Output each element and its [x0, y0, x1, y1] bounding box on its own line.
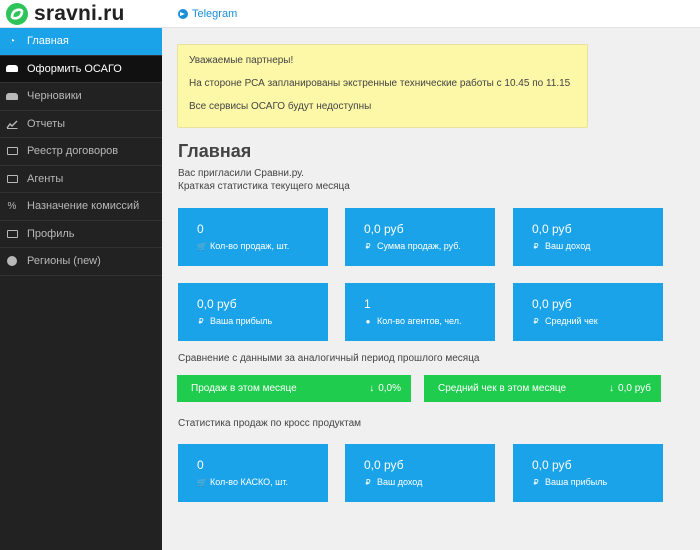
sidebar-item-agents[interactable]: Агенты — [0, 166, 162, 193]
car-icon — [6, 91, 18, 101]
stat-value: 0,0 руб — [532, 297, 572, 311]
stat-value: 0,0 руб — [532, 222, 572, 236]
sidebar-item-label: Главная — [27, 35, 69, 48]
notice-message: На стороне РСА запланированы экстренные … — [189, 78, 571, 89]
stat-label: Кол-во КАСКО, шт. — [210, 477, 289, 487]
stat-card-sales-count: 0 🛒 Кол-во продаж, шт. — [178, 208, 328, 266]
notice-greeting: Уважаемые партнеры! — [189, 55, 294, 66]
logo-text: sravni.ru — [34, 2, 125, 25]
arrow-down-icon: ↓ — [369, 383, 375, 394]
registry-icon — [6, 146, 18, 156]
sidebar-item-label: Оформить ОСАГО — [27, 62, 122, 75]
comparison-caption: Сравнение с данными за аналогичный перио… — [178, 353, 480, 364]
globe-icon — [6, 256, 18, 267]
sidebar-item-regions[interactable]: Регионы (new) — [0, 248, 162, 276]
top-bar: sravni.ru Telegram — [0, 0, 700, 28]
stat-card-agents: 1 ● Кол-во агентов, чел. — [345, 283, 495, 341]
main-content: Уважаемые партнеры! На стороне РСА запла… — [162, 28, 700, 550]
page-subtitle: Вас пригласили Сравни.ру. Краткая статис… — [178, 167, 350, 193]
arrow-down-icon: ↓ — [609, 383, 615, 394]
sidebar-item-osago[interactable]: Оформить ОСАГО — [0, 55, 162, 83]
stat-card-profit: 0,0 руб ₽ Ваша прибыль — [178, 283, 328, 341]
ruble-icon: ₽ — [533, 316, 539, 326]
stat-value: 0,0 руб — [197, 297, 237, 311]
id-card-icon — [6, 229, 18, 239]
cross-products-caption: Статистика продаж по кросс продуктам — [178, 418, 362, 429]
stat-label: Ваша прибыль — [545, 477, 608, 487]
ruble-icon: ₽ — [198, 316, 204, 326]
stat-card-income: 0,0 руб ₽ Ваш доход — [513, 208, 663, 266]
ruble-icon: ₽ — [365, 241, 371, 251]
dashboard-icon: ◔ — [8, 35, 16, 47]
telegram-label: Telegram — [192, 8, 238, 20]
sidebar-item-label: Профиль — [27, 227, 75, 240]
stat-card-cross-profit: 0,0 руб ₽ Ваша прибыль — [513, 444, 663, 502]
stat-label: Кол-во продаж, шт. — [210, 241, 290, 251]
page-title: Главная — [178, 141, 252, 161]
stat-value: 0,0 руб — [364, 222, 404, 236]
stat-card-avg-check: 0,0 руб ₽ Средний чек — [513, 283, 663, 341]
ruble-icon: ₽ — [533, 477, 539, 487]
stat-label: Ваш доход — [377, 477, 423, 487]
sidebar-item-drafts[interactable]: Черновики — [0, 83, 162, 111]
comparison-value: 0,0% — [378, 383, 401, 394]
stat-value: 0,0 руб — [532, 458, 572, 472]
sidebar-item-home[interactable]: ◔ Главная — [0, 28, 162, 56]
comparison-value: 0,0 руб — [618, 383, 651, 394]
comparison-label: Продаж в этом месяце — [191, 383, 297, 394]
stat-label: Ваш доход — [545, 241, 591, 251]
maintenance-notice: Уважаемые партнеры! На стороне РСА запла… — [177, 44, 588, 128]
logo[interactable]: sravni.ru — [6, 2, 125, 25]
percent-icon: % — [7, 200, 17, 212]
stat-label: Средний чек — [545, 316, 598, 326]
sidebar-item-label: Черновики — [27, 90, 82, 103]
sidebar-item-label: Агенты — [27, 172, 64, 185]
stat-value: 0,0 руб — [364, 458, 404, 472]
cart-icon: 🛒 — [197, 241, 207, 251]
stat-label: Ваша прибыль — [210, 316, 273, 326]
stat-label: Сумма продаж, руб. — [377, 241, 461, 251]
comparison-label: Средний чек в этом месяце — [438, 383, 567, 394]
car-icon — [6, 64, 18, 74]
stat-value: 0 — [197, 222, 204, 236]
stat-value: 1 — [364, 297, 371, 311]
ruble-icon: ₽ — [365, 477, 371, 487]
sidebar-item-commissions[interactable]: % Назначение комиссий — [0, 193, 162, 221]
ruble-icon: ₽ — [533, 241, 539, 251]
stats-caption: Краткая статистика текущего месяца — [178, 181, 350, 192]
stat-card-cross-income: 0,0 руб ₽ Ваш доход — [345, 444, 495, 502]
user-icon: ● — [365, 316, 371, 326]
sidebar-item-label: Отчеты — [27, 117, 66, 130]
sidebar-item-reports[interactable]: Отчеты — [0, 111, 162, 138]
stat-value: 0 — [197, 458, 204, 472]
line-chart-icon — [6, 119, 18, 129]
sidebar-item-registry[interactable]: Реестр договоров — [0, 138, 162, 166]
id-card-icon — [6, 174, 18, 184]
sidebar-item-label: Назначение комиссий — [27, 200, 140, 213]
stat-card-sales-sum: 0,0 руб ₽ Сумма продаж, руб. — [345, 208, 495, 266]
invited-text: Вас пригласили Сравни.ру. — [178, 168, 304, 179]
sidebar: ◔ Главная Оформить ОСАГО Черновики Отчет… — [0, 28, 162, 550]
sravni-logo-icon — [6, 3, 28, 25]
comparison-avg-check: Средний чек в этом месяце ↓ 0,0 руб — [424, 375, 661, 402]
cart-icon: 🛒 — [197, 477, 207, 487]
stat-label: Кол-во агентов, чел. — [377, 316, 462, 326]
sidebar-item-profile[interactable]: Профиль — [0, 221, 162, 248]
comparison-sales: Продаж в этом месяце ↓ 0,0% — [177, 375, 411, 402]
notice-warning: Все сервисы ОСАГО будут недоступны — [189, 101, 372, 112]
telegram-icon — [178, 9, 188, 19]
sidebar-item-label: Регионы (new) — [27, 255, 101, 268]
telegram-link[interactable]: Telegram — [178, 8, 237, 20]
stat-card-kasko-count: 0 🛒 Кол-во КАСКО, шт. — [178, 444, 328, 502]
sidebar-item-label: Реестр договоров — [27, 145, 119, 158]
